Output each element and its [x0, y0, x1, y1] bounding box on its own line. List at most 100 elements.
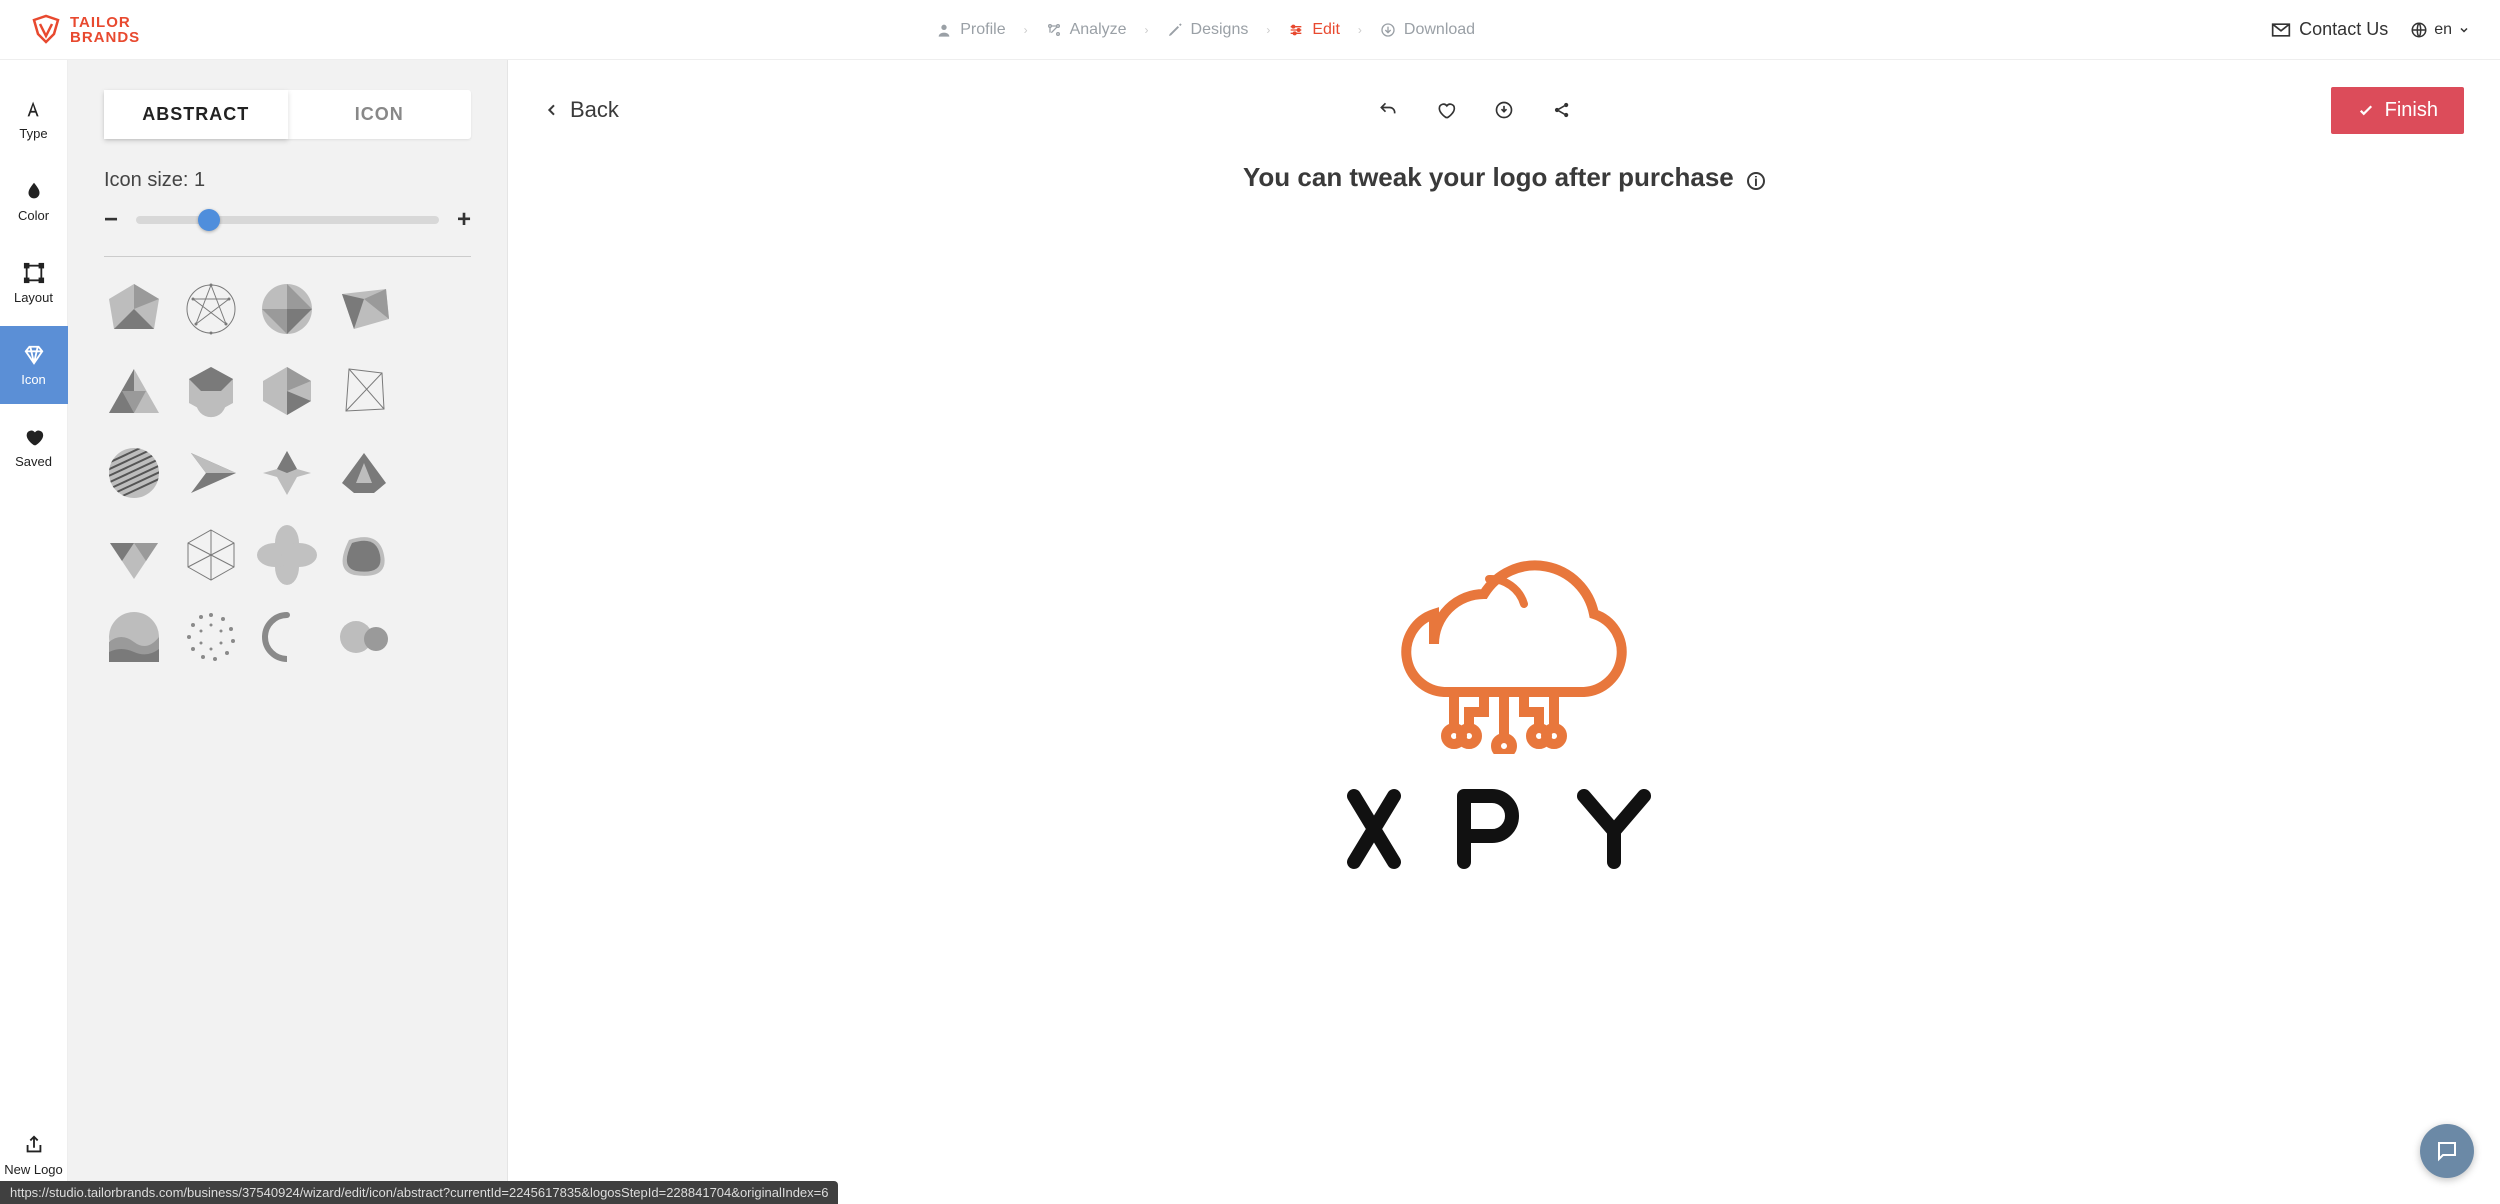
drop-icon [23, 180, 45, 202]
share-button[interactable] [1552, 100, 1572, 120]
type-icon [23, 98, 45, 120]
tab-icon[interactable]: ICON [288, 90, 472, 139]
shape-option[interactable] [334, 443, 394, 503]
contact-us-link[interactable]: Contact Us [2271, 19, 2388, 40]
abstract-shape-grid [104, 279, 471, 687]
chat-fab[interactable] [2420, 1124, 2474, 1178]
shape-option[interactable] [181, 443, 241, 503]
chevron-down-icon [2458, 24, 2470, 36]
breadcrumb-analyze[interactable]: Analyze [1046, 21, 1127, 39]
shape-option[interactable] [334, 279, 394, 339]
shape-option[interactable] [181, 279, 241, 339]
shape-option[interactable] [104, 525, 164, 585]
chevron-right-icon: › [1358, 23, 1362, 37]
shape-option[interactable] [181, 361, 241, 421]
breadcrumb-label: Designs [1191, 21, 1249, 39]
left-rail: Type Color Layout Icon Saved New Logo [0, 60, 68, 1204]
brand-line2: BRANDS [70, 30, 140, 45]
shape-option[interactable] [104, 279, 164, 339]
rail-label: Type [19, 126, 47, 141]
chevron-right-icon: › [1145, 23, 1149, 37]
rail-color[interactable]: Color [0, 162, 68, 240]
mail-icon [2271, 20, 2291, 40]
export-icon [23, 1134, 45, 1156]
logo-preview [508, 193, 2500, 1204]
shape-option[interactable] [257, 361, 317, 421]
language-selector[interactable]: en [2410, 21, 2470, 39]
shape-option[interactable] [410, 443, 470, 503]
shape-option[interactable] [181, 607, 241, 667]
size-decrease-button[interactable]: − [104, 206, 118, 234]
icon-size-label: Icon size: 1 [104, 169, 471, 192]
heart-icon [23, 426, 45, 448]
rail-label: Color [18, 208, 49, 223]
shape-option[interactable] [257, 607, 317, 667]
rail-icon[interactable]: Icon [0, 326, 68, 404]
breadcrumb-edit[interactable]: Edit [1288, 21, 1340, 39]
breadcrumb-designs[interactable]: Designs [1167, 21, 1249, 39]
globe-icon [2410, 21, 2428, 39]
shape-option[interactable] [334, 525, 394, 585]
favorite-button[interactable] [1436, 100, 1456, 120]
shape-option[interactable] [257, 525, 317, 585]
rail-label: Layout [14, 290, 53, 305]
rail-saved[interactable]: Saved [0, 408, 68, 486]
rail-label: New Logo [4, 1162, 63, 1177]
pencil-icon [1167, 22, 1183, 38]
chevron-left-icon [544, 102, 560, 118]
diamond-icon [23, 344, 45, 366]
undo-button[interactable] [1378, 100, 1398, 120]
icon-tabs: ABSTRACT ICON [104, 90, 471, 139]
info-icon[interactable]: i [1747, 172, 1765, 190]
canvas-message: You can tweak your logo after purchase i [508, 162, 2500, 193]
size-slider-thumb[interactable] [198, 209, 220, 231]
shape-option[interactable] [181, 525, 241, 585]
top-header: TAILOR BRANDS Profile › Analyze › Design… [0, 0, 2500, 60]
rail-type[interactable]: Type [0, 80, 68, 158]
options-panel: ABSTRACT ICON Icon size: 1 − + [68, 60, 508, 1204]
chevron-right-icon: › [1024, 23, 1028, 37]
brand-line1: TAILOR [70, 15, 140, 30]
finish-button[interactable]: Finish [2331, 87, 2464, 134]
tab-abstract[interactable]: ABSTRACT [104, 90, 288, 139]
back-label: Back [570, 97, 619, 123]
shape-option[interactable] [334, 607, 394, 667]
wizard-breadcrumbs: Profile › Analyze › Designs › Edit › Dow… [140, 21, 2271, 39]
contact-us-label: Contact Us [2299, 19, 2388, 40]
layout-icon [23, 262, 45, 284]
breadcrumb-profile[interactable]: Profile [936, 21, 1005, 39]
user-icon [936, 22, 952, 38]
status-bar-url: https://studio.tailorbrands.com/business… [0, 1181, 838, 1204]
shape-option[interactable] [257, 443, 317, 503]
rail-label: Icon [21, 372, 46, 387]
breadcrumb-download[interactable]: Download [1380, 21, 1475, 39]
check-icon [2357, 101, 2375, 119]
breadcrumb-label: Analyze [1070, 21, 1127, 39]
brand-logo[interactable]: TAILOR BRANDS [30, 14, 140, 46]
logo-cloud-icon [1374, 524, 1634, 754]
size-increase-button[interactable]: + [457, 206, 471, 234]
shape-option[interactable] [104, 361, 164, 421]
shape-option[interactable] [410, 279, 470, 339]
sliders-icon [1288, 22, 1304, 38]
logo-canvas: Back Finish You can tweak your logo afte… [508, 60, 2500, 1204]
size-slider[interactable] [136, 216, 439, 224]
chat-icon [2435, 1139, 2459, 1163]
logo-text [1344, 784, 1664, 874]
shape-option[interactable] [410, 607, 470, 667]
back-button[interactable]: Back [544, 97, 619, 123]
shape-option[interactable] [410, 525, 470, 585]
analyze-icon [1046, 22, 1062, 38]
finish-label: Finish [2385, 99, 2438, 122]
brand-logo-icon [30, 14, 62, 46]
shape-option[interactable] [334, 361, 394, 421]
shape-option[interactable] [104, 607, 164, 667]
shape-option[interactable] [257, 279, 317, 339]
breadcrumb-label: Edit [1312, 21, 1340, 39]
breadcrumb-label: Profile [960, 21, 1005, 39]
shape-option[interactable] [104, 443, 164, 503]
shape-option[interactable] [410, 361, 470, 421]
download-button[interactable] [1494, 100, 1514, 120]
download-icon [1380, 22, 1396, 38]
rail-layout[interactable]: Layout [0, 244, 68, 322]
